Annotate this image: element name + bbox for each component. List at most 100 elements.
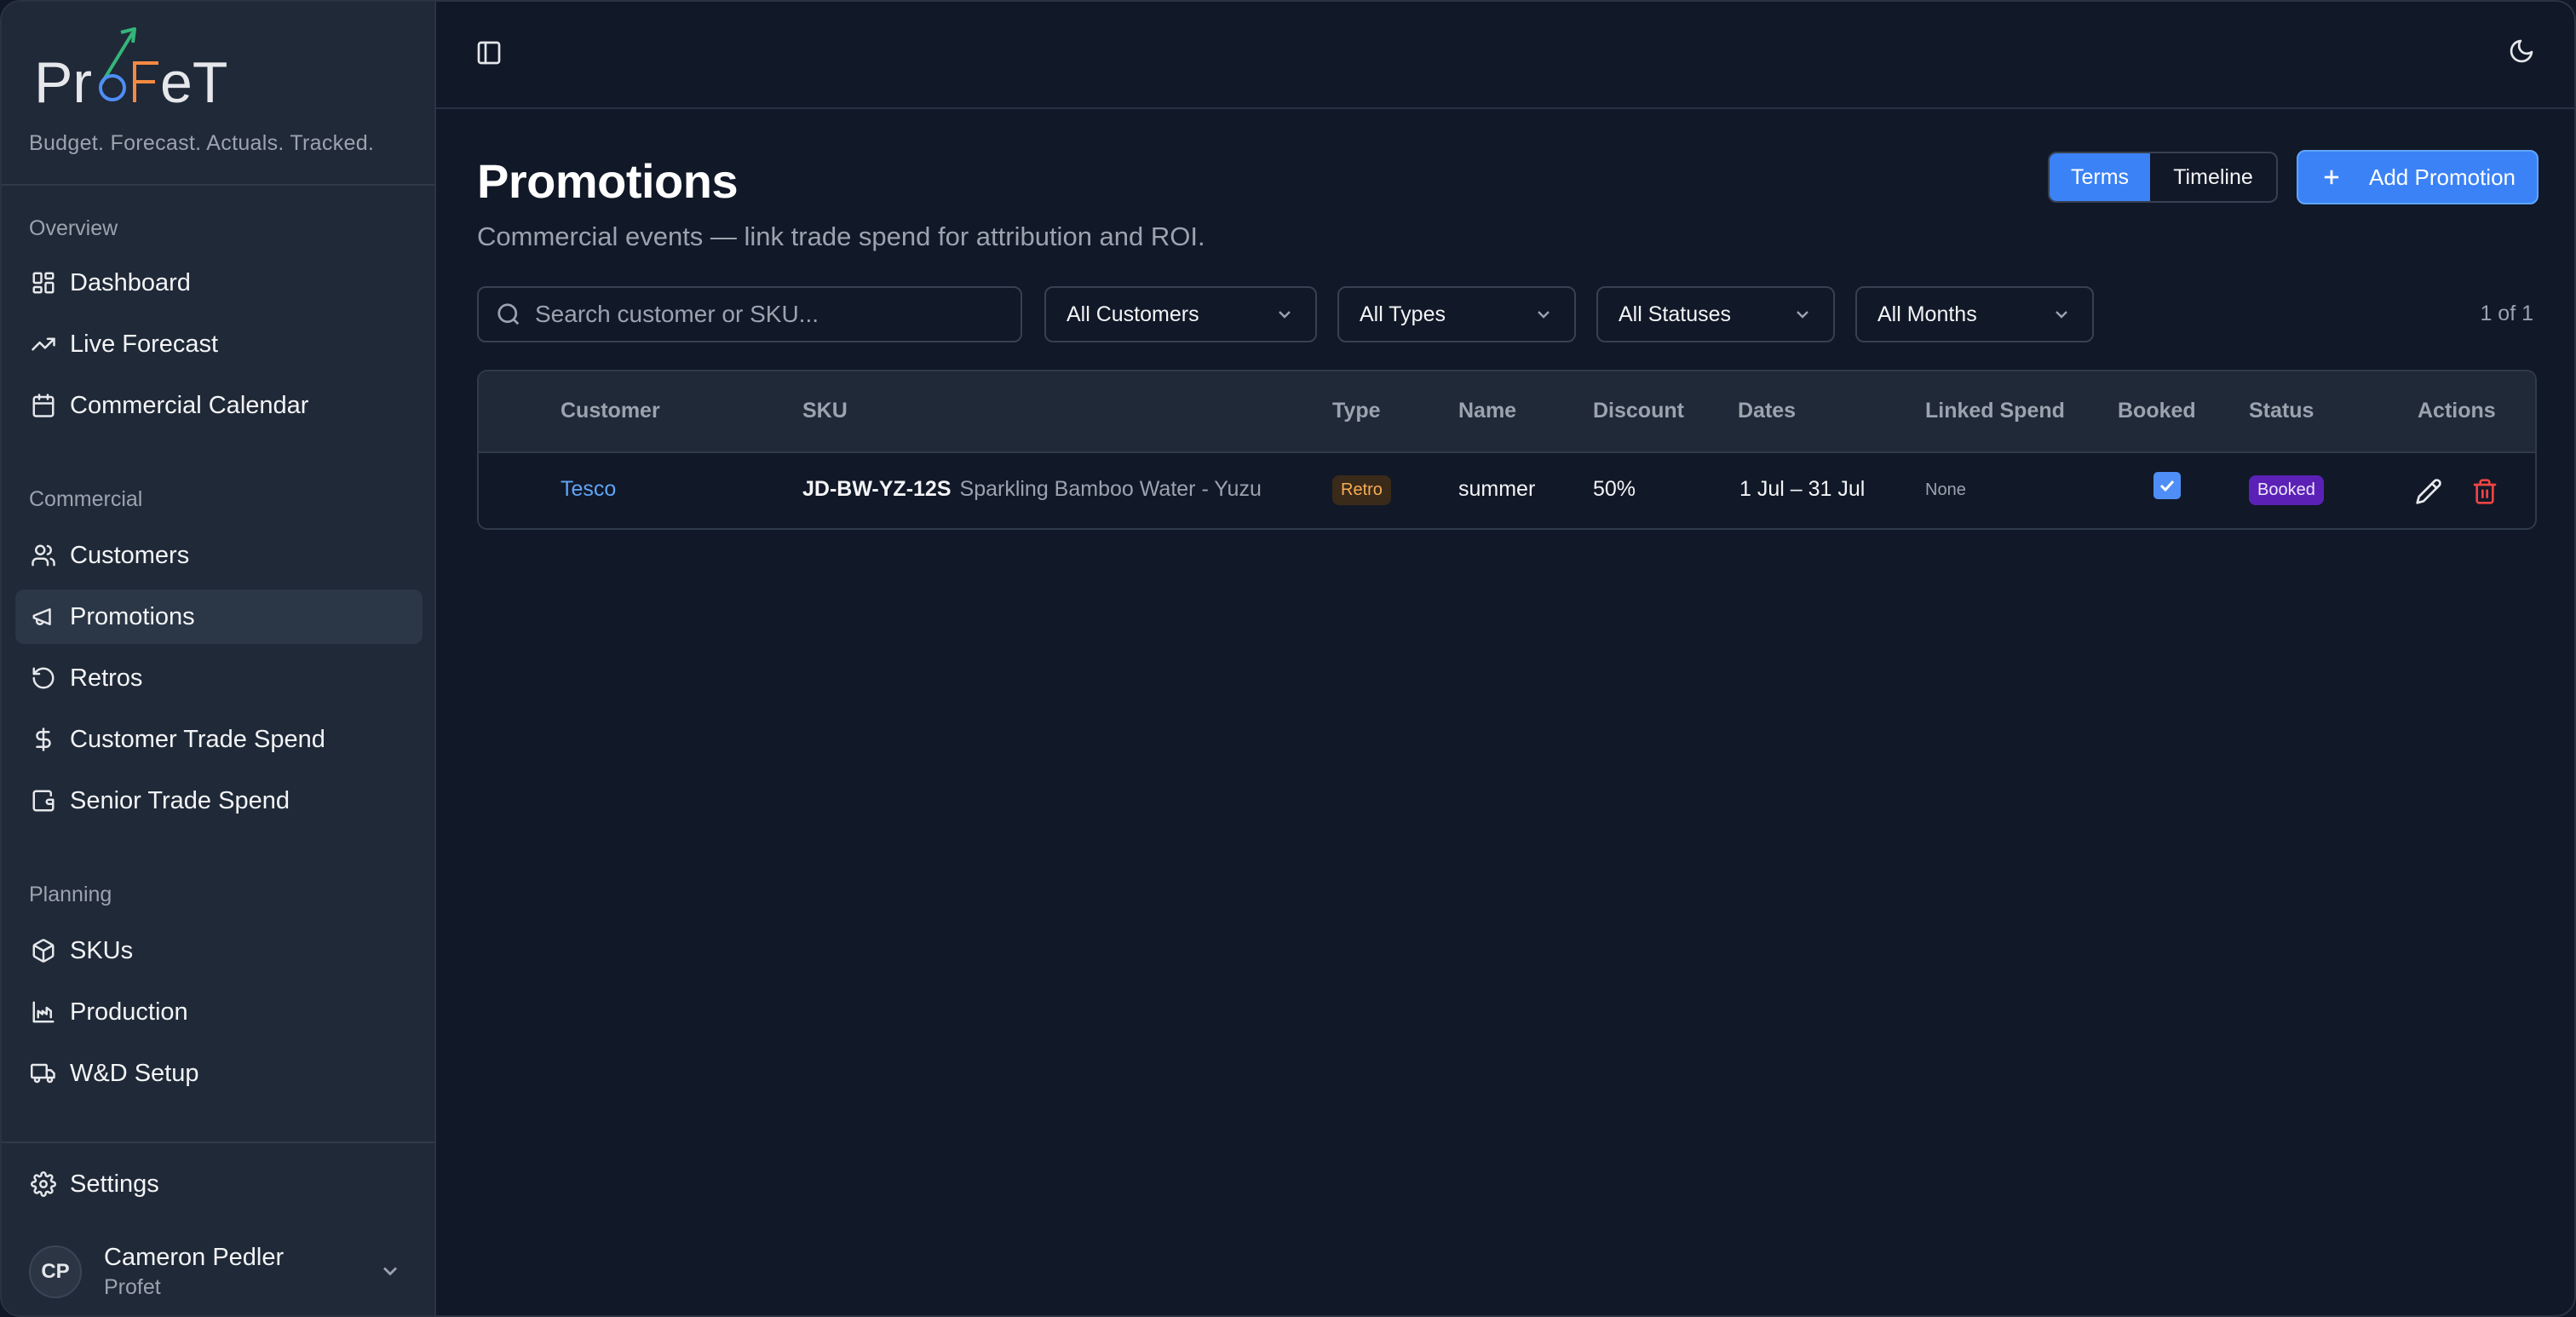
avatar: CP <box>29 1245 82 1298</box>
sidebar-item-label: Dashboard <box>70 268 191 296</box>
sidebar-item-retros[interactable]: Retros <box>15 651 423 705</box>
chevron-down-icon <box>2056 311 2067 319</box>
status-filter-select[interactable]: All Statuses <box>1596 286 1835 342</box>
users-icon <box>29 541 58 570</box>
sidebar-divider <box>2 184 434 186</box>
date-range: 1 Jul – 31 Jul <box>1739 477 1866 501</box>
column-header-type[interactable]: Type <box>1332 399 1381 423</box>
edit-button[interactable] <box>2412 475 2445 508</box>
search-icon <box>497 303 520 325</box>
sidebar-item-dashboard[interactable]: Dashboard <box>15 256 423 310</box>
sidebar-item-label: Customer Trade Spend <box>70 725 325 753</box>
sidebar-item-label: Promotions <box>70 602 195 630</box>
sidebar-item-wd-setup[interactable]: W&D Setup <box>15 1046 423 1101</box>
chevron-down-icon <box>1797 311 1808 319</box>
sidebar-divider <box>2 1142 434 1143</box>
pencil-icon <box>2416 479 2441 504</box>
app-window: Pr eT Budget. Forecast. Actuals. Tracked… <box>0 0 2576 1317</box>
dashboard-icon <box>29 268 58 297</box>
tab-terms[interactable]: Terms <box>2050 153 2150 201</box>
sidebar-item-senior-trade-spend[interactable]: Senior Trade Spend <box>15 774 423 828</box>
sidebar-item-label: SKUs <box>70 936 134 964</box>
linked-spend-value: None <box>1925 480 1966 499</box>
sidebar-item-customer-trade-spend[interactable]: Customer Trade Spend <box>15 712 423 767</box>
type-badge: Retro <box>1332 475 1391 505</box>
sku-cell: JD-BW-YZ-12S Sparkling Bamboo Water - Yuz… <box>802 477 1262 502</box>
topbar <box>436 2 2574 109</box>
sidebar-item-label: Commercial Calendar <box>70 391 309 419</box>
user-menu[interactable]: CP Cameron Pedler Profet <box>29 1242 412 1302</box>
tab-timeline[interactable]: Timeline <box>2150 153 2276 201</box>
page-title: Promotions <box>477 154 739 208</box>
plus-icon <box>2324 170 2339 185</box>
customer-filter-value: All Customers <box>1067 302 1199 326</box>
add-promotion-label: Add Promotion <box>2369 164 2516 190</box>
booked-checkbox[interactable] <box>2153 472 2181 499</box>
sidebar-item-settings[interactable]: Settings <box>15 1157 423 1211</box>
main-content: Promotions Commercial events — link trad… <box>436 2 2574 1315</box>
promotion-name: summer <box>1458 477 1536 501</box>
column-header-actions: Actions <box>2418 399 2496 423</box>
column-header-status[interactable]: Status <box>2249 399 2314 423</box>
column-header-sku[interactable]: SKU <box>802 399 848 423</box>
trash-icon <box>2473 479 2497 504</box>
sidebar-toggle-icon[interactable] <box>472 36 506 70</box>
status-badge: Booked <box>2249 475 2324 505</box>
customer-link[interactable]: Tesco <box>561 477 616 502</box>
sidebar-item-label: W&D Setup <box>70 1059 199 1087</box>
chevron-down-icon <box>1279 311 1291 319</box>
search-input[interactable] <box>535 301 1012 328</box>
sidebar-item-customers[interactable]: Customers <box>15 528 423 583</box>
type-filter-value: All Types <box>1360 302 1446 326</box>
profet-logo[interactable]: Pr eT <box>29 24 250 109</box>
table-row[interactable]: Tesco JD-BW-YZ-12S Sparkling Bamboo Water… <box>479 453 2535 528</box>
month-filter-value: All Months <box>1877 302 1977 326</box>
sidebar: Pr eT Budget. Forecast. Actuals. Tracked… <box>2 2 436 1315</box>
month-filter-select[interactable]: All Months <box>1855 286 2094 342</box>
user-org: Profet <box>104 1275 161 1299</box>
user-name: Cameron Pedler <box>104 1244 285 1271</box>
sidebar-item-label: Settings <box>70 1170 159 1198</box>
sidebar-item-production[interactable]: Production <box>15 985 423 1039</box>
moon-icon[interactable] <box>2504 34 2539 68</box>
wallet-icon <box>29 786 58 815</box>
section-label-commercial: Commercial <box>29 487 143 511</box>
sidebar-item-live-forecast[interactable]: Live Forecast <box>15 317 423 371</box>
sidebar-item-skus[interactable]: SKUs <box>15 923 423 978</box>
sidebar-item-label: Production <box>70 998 188 1026</box>
sku-code: JD-BW-YZ-12S <box>802 477 952 501</box>
gear-icon <box>29 1170 58 1199</box>
factory-icon <box>29 998 58 1027</box>
table-header: Customer SKU Type Name Discount Dates Li… <box>479 371 2535 453</box>
chevron-down-icon <box>1538 311 1550 319</box>
customer-filter-select[interactable]: All Customers <box>1044 286 1317 342</box>
column-header-dates[interactable]: Dates <box>1738 399 1796 423</box>
sidebar-item-promotions[interactable]: Promotions <box>15 589 423 644</box>
sidebar-item-commercial-calendar[interactable]: Commercial Calendar <box>15 378 423 433</box>
search-field[interactable] <box>477 286 1022 342</box>
svg-text:Pr: Pr <box>34 50 92 109</box>
column-header-booked[interactable]: Booked <box>2118 399 2196 423</box>
sidebar-item-label: Senior Trade Spend <box>70 786 290 814</box>
megaphone-icon <box>29 602 58 631</box>
promotions-table: Customer SKU Type Name Discount Dates Li… <box>477 370 2537 530</box>
result-count: 1 of 1 <box>2480 302 2533 325</box>
truck-icon <box>29 1059 58 1088</box>
sidebar-item-label: Live Forecast <box>70 330 219 358</box>
chevron-down-icon[interactable] <box>378 1259 402 1287</box>
column-header-discount[interactable]: Discount <box>1593 399 1684 423</box>
column-header-customer[interactable]: Customer <box>561 399 660 423</box>
type-filter-select[interactable]: All Types <box>1337 286 1576 342</box>
status-filter-value: All Statuses <box>1619 302 1732 326</box>
column-header-name[interactable]: Name <box>1458 399 1516 423</box>
check-icon <box>2159 480 2175 492</box>
page-subtitle: Commercial events — link trade spend for… <box>477 221 1205 251</box>
section-label-overview: Overview <box>29 216 118 240</box>
add-promotion-button[interactable]: Add Promotion <box>2297 150 2539 204</box>
column-header-linked-spend[interactable]: Linked Spend <box>1925 399 2065 423</box>
delete-button[interactable] <box>2469 475 2501 508</box>
rotate-ccw-icon <box>29 664 58 693</box>
dollar-icon <box>29 725 58 754</box>
discount-value: 50% <box>1593 477 1636 501</box>
svg-text:eT: eT <box>160 50 227 109</box>
